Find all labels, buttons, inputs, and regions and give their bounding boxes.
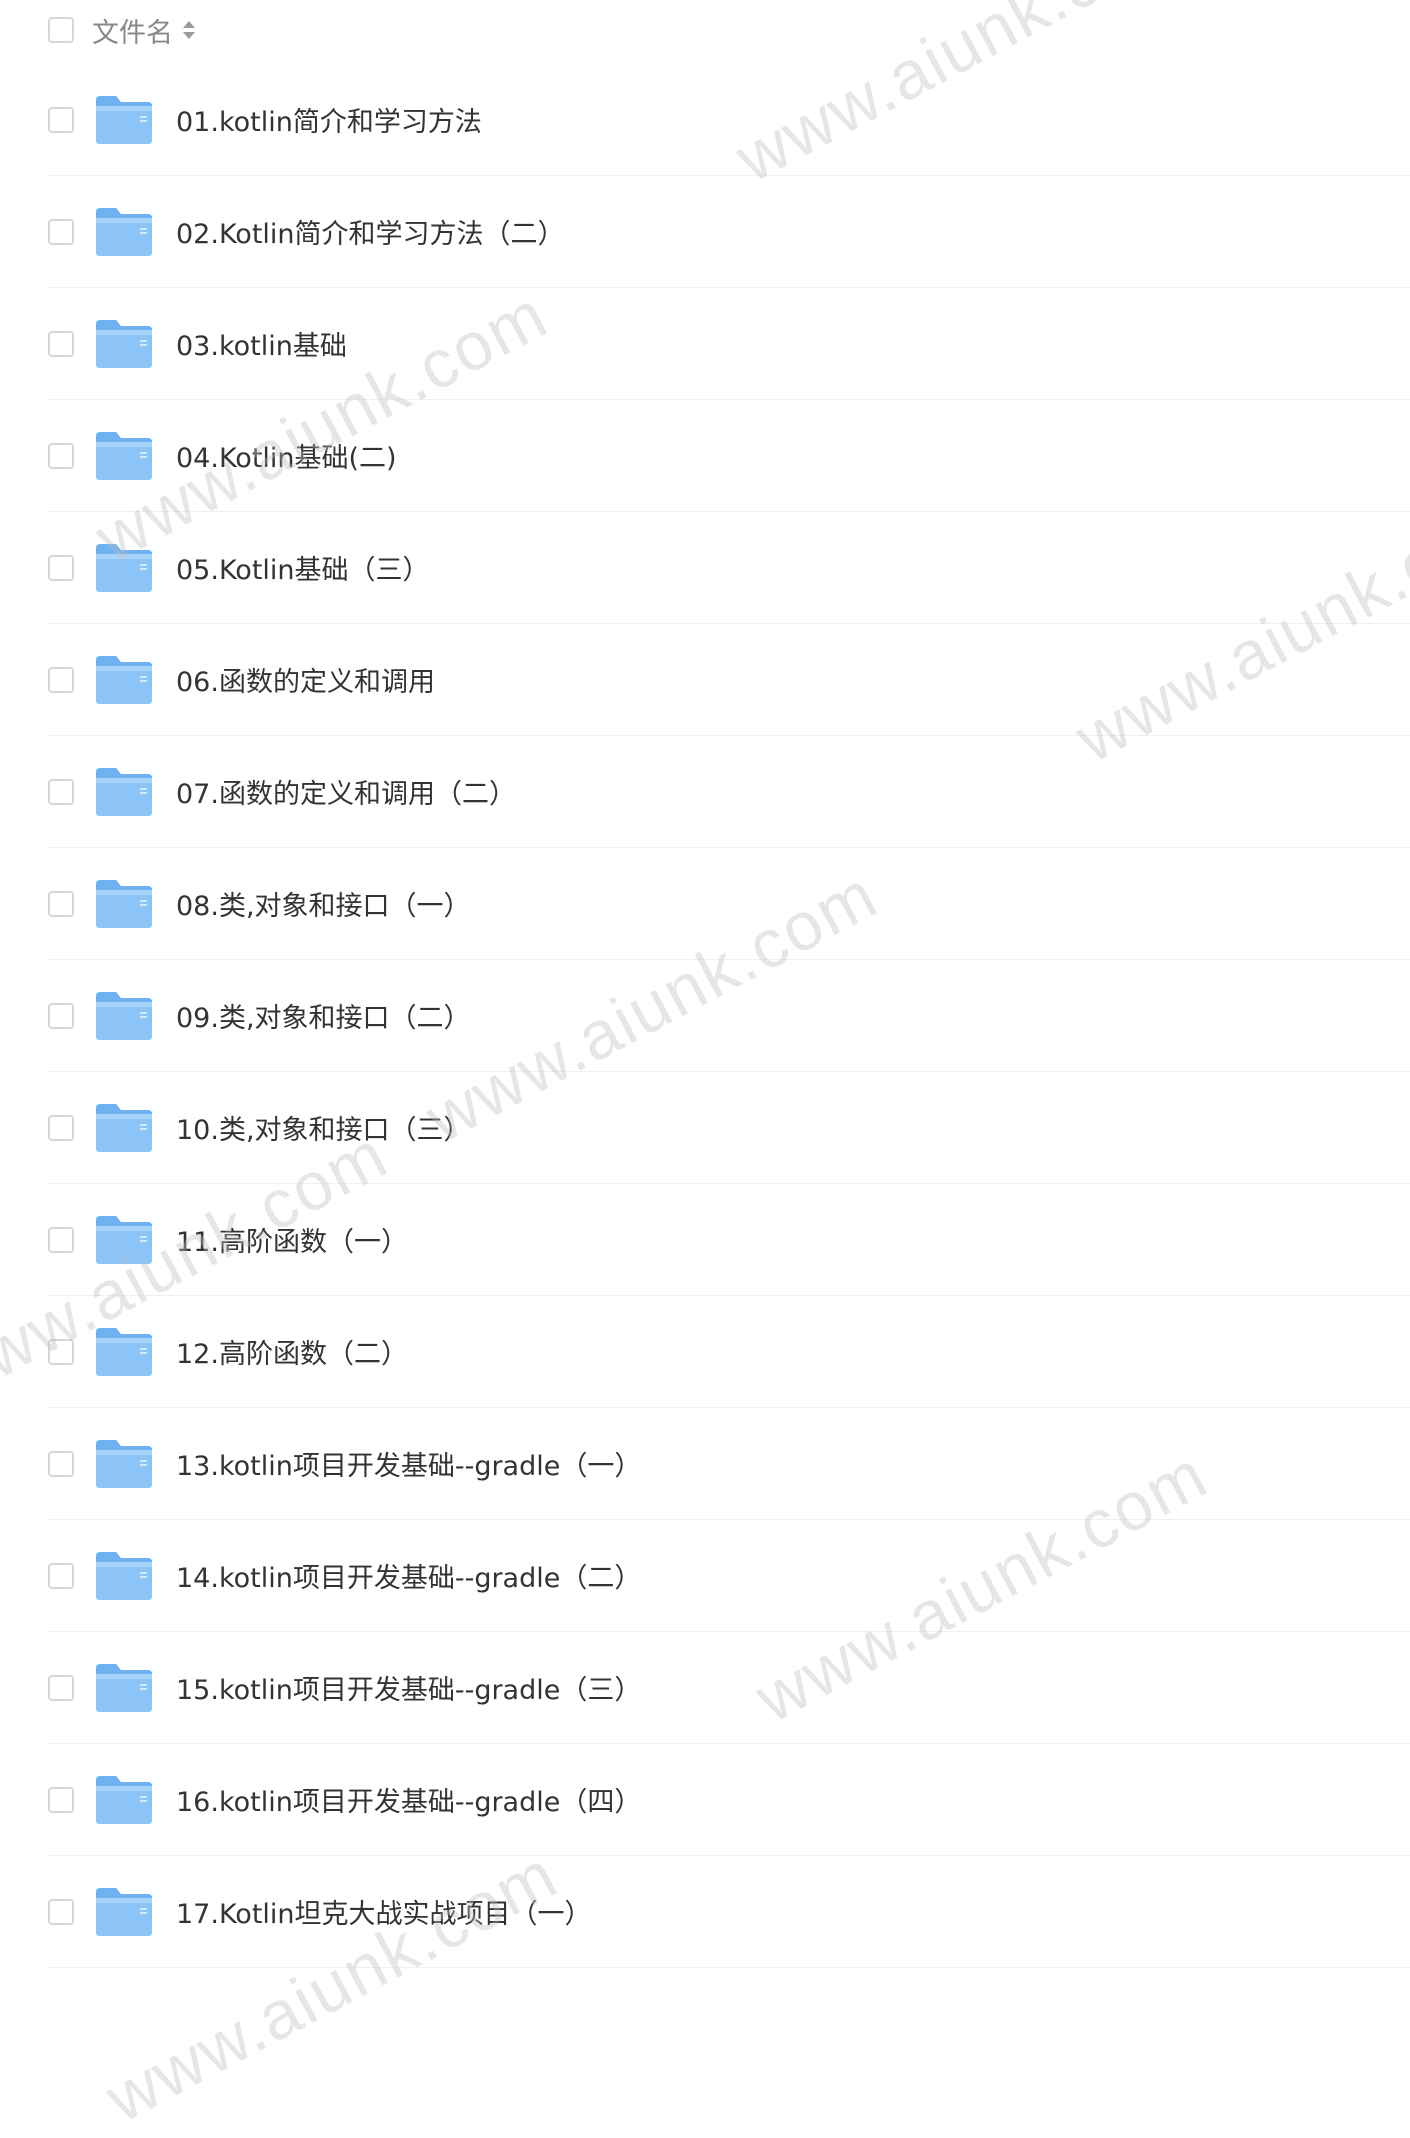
row-checkbox[interactable] <box>48 1898 74 1925</box>
folder-name[interactable]: 05.Kotlin基础（三） <box>176 548 430 587</box>
list-item[interactable]: 07.函数的定义和调用（二） <box>48 736 1410 848</box>
folder-icon[interactable] <box>94 206 154 258</box>
folder-icon[interactable] <box>94 990 154 1042</box>
folder-icon[interactable] <box>94 318 154 370</box>
folder-icon[interactable] <box>94 654 154 706</box>
list-item[interactable]: 16.kotlin项目开发基础--gradle（四） <box>48 1744 1410 1856</box>
row-checkbox[interactable] <box>48 1562 74 1589</box>
row-checkbox[interactable] <box>48 890 74 917</box>
list-header: 文件名 <box>0 0 1410 60</box>
row-checkbox[interactable] <box>48 1002 74 1029</box>
list-item[interactable]: 11.高阶函数（一） <box>48 1184 1410 1296</box>
folder-icon[interactable] <box>94 430 154 482</box>
folder-name[interactable]: 13.kotlin项目开发基础--gradle（一） <box>176 1444 641 1483</box>
list-item[interactable]: 01.kotlin简介和学习方法 <box>48 64 1410 176</box>
list-item[interactable]: 05.Kotlin基础（三） <box>48 512 1410 624</box>
row-checkbox[interactable] <box>48 218 74 245</box>
folder-name[interactable]: 08.类,对象和接口（一） <box>176 884 471 923</box>
folder-name[interactable]: 09.类,对象和接口（二） <box>176 996 471 1035</box>
folder-rows: 01.kotlin简介和学习方法 02.Kotlin简介和学习方法（二） 03.… <box>0 64 1410 1968</box>
row-checkbox[interactable] <box>48 1450 74 1477</box>
folder-icon[interactable] <box>94 1550 154 1602</box>
sort-by-name-header[interactable]: 文件名 <box>92 11 195 50</box>
column-label: 文件名 <box>92 17 173 49</box>
list-item[interactable]: 14.kotlin项目开发基础--gradle（二） <box>48 1520 1410 1632</box>
sort-icon[interactable] <box>183 18 195 42</box>
folder-icon[interactable] <box>94 1214 154 1266</box>
row-checkbox[interactable] <box>48 778 74 805</box>
folder-icon[interactable] <box>94 878 154 930</box>
list-item[interactable]: 13.kotlin项目开发基础--gradle（一） <box>48 1408 1410 1520</box>
folder-name[interactable]: 11.高阶函数（一） <box>176 1220 408 1259</box>
row-checkbox[interactable] <box>48 106 74 133</box>
folder-icon[interactable] <box>94 94 154 146</box>
select-all-checkbox[interactable] <box>48 17 74 43</box>
list-item[interactable]: 15.kotlin项目开发基础--gradle（三） <box>48 1632 1410 1744</box>
row-checkbox[interactable] <box>48 1786 74 1813</box>
folder-icon[interactable] <box>94 1438 154 1490</box>
list-item[interactable]: 12.高阶函数（二） <box>48 1296 1410 1408</box>
folder-name[interactable]: 07.函数的定义和调用（二） <box>176 772 516 811</box>
folder-name[interactable]: 04.Kotlin基础(二) <box>176 436 397 475</box>
folder-name[interactable]: 16.kotlin项目开发基础--gradle（四） <box>176 1780 641 1819</box>
folder-icon[interactable] <box>94 1102 154 1154</box>
list-item[interactable]: 03.kotlin基础 <box>48 288 1410 400</box>
folder-name[interactable]: 15.kotlin项目开发基础--gradle（三） <box>176 1668 641 1707</box>
row-checkbox[interactable] <box>48 330 74 357</box>
list-item[interactable]: 08.类,对象和接口（一） <box>48 848 1410 960</box>
file-list: 文件名 01.kotlin简介和学习方法 02.Kotlin简介和学习方法（二）… <box>0 0 1410 1968</box>
list-item[interactable]: 04.Kotlin基础(二) <box>48 400 1410 512</box>
row-checkbox[interactable] <box>48 666 74 693</box>
list-item[interactable]: 17.Kotlin坦克大战实战项目（一） <box>48 1856 1410 1968</box>
folder-icon[interactable] <box>94 1774 154 1826</box>
list-item[interactable]: 06.函数的定义和调用 <box>48 624 1410 736</box>
row-checkbox[interactable] <box>48 1674 74 1701</box>
folder-name[interactable]: 17.Kotlin坦克大战实战项目（一） <box>176 1892 592 1931</box>
folder-name[interactable]: 10.类,对象和接口（三） <box>176 1108 471 1147</box>
list-item[interactable]: 10.类,对象和接口（三） <box>48 1072 1410 1184</box>
folder-icon[interactable] <box>94 1326 154 1378</box>
folder-name[interactable]: 06.函数的定义和调用 <box>176 660 435 699</box>
folder-name[interactable]: 01.kotlin简介和学习方法 <box>176 100 482 139</box>
row-checkbox[interactable] <box>48 1226 74 1253</box>
folder-icon[interactable] <box>94 1662 154 1714</box>
row-checkbox[interactable] <box>48 1338 74 1365</box>
list-item[interactable]: 02.Kotlin简介和学习方法（二） <box>48 176 1410 288</box>
folder-name[interactable]: 03.kotlin基础 <box>176 324 347 363</box>
folder-icon[interactable] <box>94 1886 154 1938</box>
row-checkbox[interactable] <box>48 554 74 581</box>
row-checkbox[interactable] <box>48 442 74 469</box>
folder-name[interactable]: 02.Kotlin简介和学习方法（二） <box>176 212 565 251</box>
row-checkbox[interactable] <box>48 1114 74 1141</box>
folder-name[interactable]: 14.kotlin项目开发基础--gradle（二） <box>176 1556 641 1595</box>
folder-name[interactable]: 12.高阶函数（二） <box>176 1332 408 1371</box>
folder-icon[interactable] <box>94 766 154 818</box>
folder-icon[interactable] <box>94 542 154 594</box>
list-item[interactable]: 09.类,对象和接口（二） <box>48 960 1410 1072</box>
